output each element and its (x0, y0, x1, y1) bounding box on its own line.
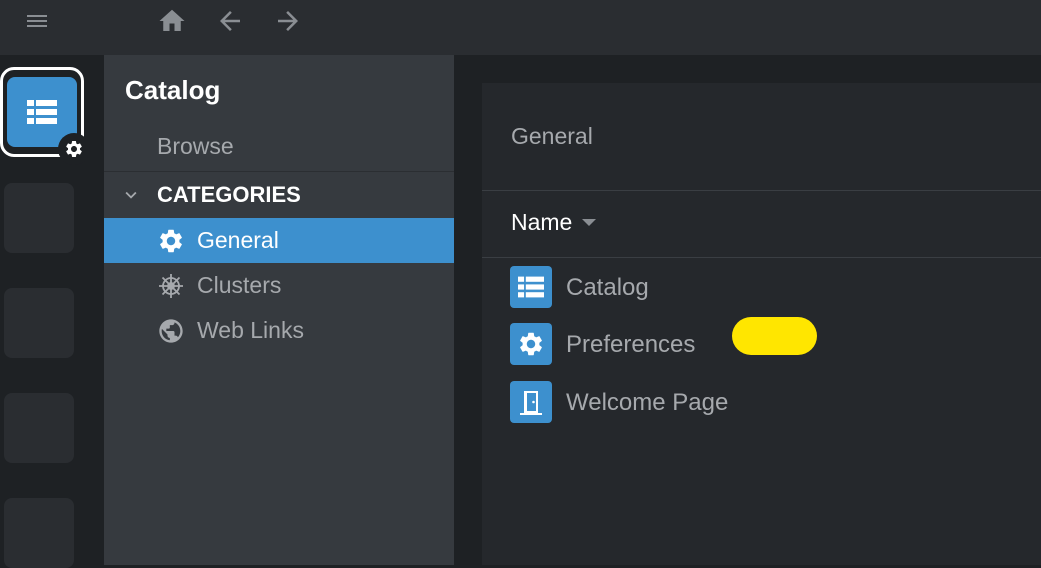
hotbar-empty-slot[interactable] (4, 183, 74, 253)
catalog-list-icon (510, 266, 552, 308)
categories-label: CATEGORIES (157, 182, 301, 207)
page-title: General (511, 123, 593, 149)
column-header-label: Name (511, 209, 573, 235)
top-bar (0, 0, 1041, 55)
list-item-catalog[interactable]: Catalog (510, 266, 1030, 310)
list-item-welcome-page[interactable]: Welcome Page (510, 381, 1030, 425)
menu-icon[interactable] (22, 6, 52, 36)
sort-caret-icon (582, 219, 597, 226)
column-header-name[interactable]: Name (511, 209, 597, 236)
list-item-label: Catalog (566, 274, 649, 301)
sidebar-item-general[interactable]: General (104, 218, 454, 263)
forward-arrow-icon[interactable] (273, 6, 303, 36)
divider (482, 190, 1041, 191)
hotbar-empty-slot[interactable] (4, 288, 74, 358)
hotbar (0, 55, 104, 568)
divider (104, 171, 454, 172)
hotbar-empty-slot[interactable] (4, 498, 74, 568)
chevron-down-icon (120, 184, 142, 211)
categories-toggle[interactable]: CATEGORIES (104, 175, 454, 215)
home-icon[interactable] (157, 6, 187, 36)
sidebar-item-label: Web Links (197, 317, 304, 343)
list-item-label: Preferences (566, 331, 696, 358)
back-arrow-icon[interactable] (215, 6, 245, 36)
list-item-preferences[interactable]: Preferences (510, 317, 1030, 367)
gear-icon (510, 323, 552, 365)
catalog-sidebar: Catalog Browse CATEGORIES General Cluste… (104, 55, 454, 565)
catalog-main-panel: General Name Catalog Preferences Welcome… (482, 83, 1041, 565)
hotbar-empty-slot[interactable] (4, 393, 74, 463)
door-icon (510, 381, 552, 423)
sidebar-title: Catalog (125, 75, 221, 105)
gear-icon (58, 133, 90, 165)
helm-icon (156, 271, 186, 301)
list-item-label: Welcome Page (566, 389, 729, 416)
sidebar-item-label: General (197, 227, 279, 253)
sidebar-item-label: Clusters (197, 272, 282, 298)
globe-icon (156, 316, 186, 346)
divider (482, 257, 1041, 258)
sidebar-item-web-links[interactable]: Web Links (104, 308, 454, 353)
sidebar-item-clusters[interactable]: Clusters (104, 263, 454, 308)
highlight-marker (732, 317, 817, 355)
gear-icon (156, 226, 186, 256)
sidebar-item-browse[interactable]: Browse (157, 133, 234, 160)
